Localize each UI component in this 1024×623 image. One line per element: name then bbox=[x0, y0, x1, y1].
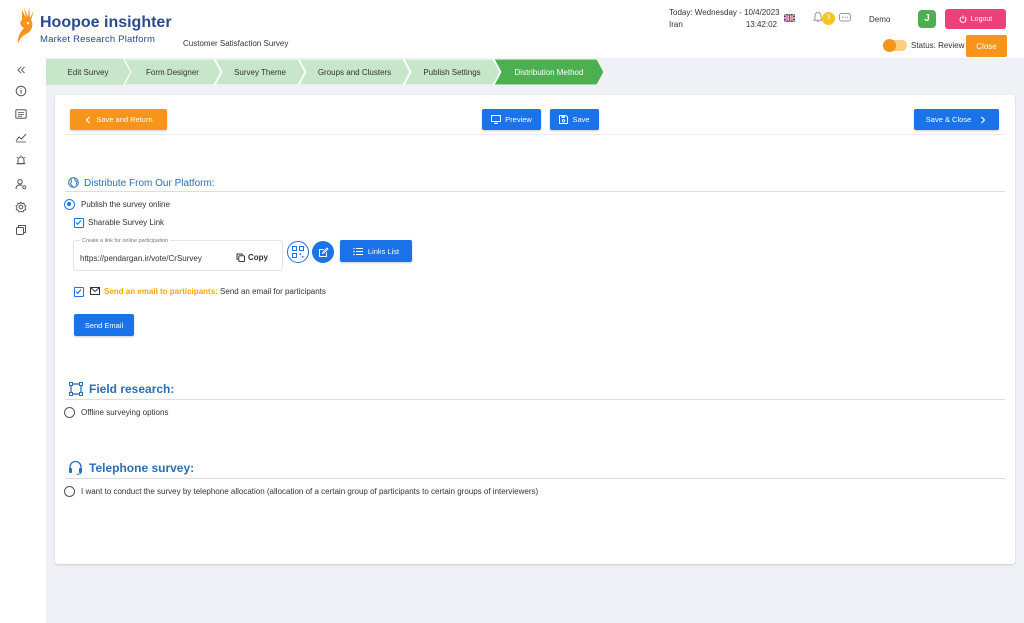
send-email-label: Send Email bbox=[84, 320, 124, 330]
step-label: Edit Survey bbox=[67, 67, 109, 77]
info-icon[interactable] bbox=[15, 85, 27, 97]
telephone-allocation-label: I want to conduct the survey by telephon… bbox=[81, 487, 539, 496]
platform-divider bbox=[65, 191, 1005, 192]
headset-icon bbox=[69, 460, 82, 475]
collapse-sidebar-icon[interactable] bbox=[15, 64, 27, 76]
offline-survey-radio[interactable] bbox=[64, 407, 75, 418]
status-label: Status: Review bbox=[911, 41, 965, 50]
preview-button[interactable]: Preview bbox=[482, 109, 541, 130]
list-icon[interactable] bbox=[15, 108, 27, 120]
telephone-allocation-radio[interactable] bbox=[64, 486, 75, 497]
copy-label: Copy bbox=[248, 253, 268, 262]
edit-link-button[interactable] bbox=[312, 241, 334, 263]
logout-label: Logout bbox=[970, 15, 993, 23]
logout-button[interactable]: Logout bbox=[945, 9, 1006, 29]
save-label: Save bbox=[572, 115, 590, 124]
check-icon bbox=[75, 289, 82, 295]
email-participants-checkbox[interactable] bbox=[74, 287, 84, 297]
send-email-button[interactable]: Send Email bbox=[74, 314, 134, 336]
save-button[interactable]: Save bbox=[550, 109, 599, 130]
links-list-label: Links List bbox=[367, 246, 400, 256]
step-label: Survey Theme bbox=[234, 67, 286, 77]
links-list-button[interactable]: Links List bbox=[340, 240, 412, 262]
location: Iran bbox=[669, 20, 683, 29]
uk-flag-icon[interactable] bbox=[784, 14, 795, 22]
step-label: Groups and Clusters bbox=[317, 67, 392, 77]
telephone-survey-title: Telephone survey: bbox=[89, 461, 195, 475]
status-toggle[interactable] bbox=[883, 39, 907, 52]
step-label: Form Designer bbox=[146, 67, 199, 77]
telephone-divider bbox=[65, 478, 1005, 479]
current-time: 13:42:02 bbox=[745, 20, 777, 29]
gear-icon[interactable] bbox=[15, 201, 27, 213]
field-divider bbox=[65, 399, 1005, 400]
field-research-title: Field research: bbox=[89, 382, 175, 396]
step-form-designer[interactable]: Form Designer bbox=[124, 59, 221, 85]
check-icon bbox=[75, 220, 82, 226]
save-and-return-label: Save and Return bbox=[96, 115, 153, 124]
step-label: Distribution Method bbox=[514, 67, 584, 77]
step-publish-settings[interactable]: Publish Settings bbox=[404, 59, 500, 85]
chevron-left-icon bbox=[85, 116, 91, 123]
floppy-disk-icon bbox=[559, 115, 569, 124]
publish-online-label: Publish the survey online bbox=[81, 200, 170, 209]
sharable-link-label: Sharable Survey Link bbox=[88, 218, 165, 227]
location-time: Iran 13:42:02 bbox=[669, 20, 777, 29]
alarm-icon[interactable] bbox=[15, 154, 27, 166]
email-highlight: Send an email to participants: bbox=[104, 287, 218, 296]
qr-code-icon bbox=[292, 246, 304, 258]
copy-icon bbox=[236, 253, 245, 262]
step-distribution-method[interactable]: Distribution Method bbox=[494, 59, 604, 85]
database-icon[interactable] bbox=[15, 224, 27, 236]
toggle-knob bbox=[883, 39, 896, 52]
frame-icon bbox=[69, 382, 83, 396]
power-icon bbox=[959, 15, 967, 23]
avatar[interactable]: J bbox=[918, 10, 936, 28]
survey-link-caption: Create a link for online participation bbox=[80, 238, 171, 244]
globe-icon bbox=[68, 177, 79, 188]
monitor-icon bbox=[491, 115, 502, 124]
list-icon bbox=[353, 247, 363, 255]
top-header: Hoopoe insighter Market Research Platfor… bbox=[0, 0, 1024, 58]
step-edit-survey[interactable]: Edit Survey bbox=[46, 59, 130, 85]
chevron-right-icon bbox=[981, 116, 986, 123]
notification-badge: 3 bbox=[822, 12, 835, 25]
brand-subtitle: Market Research Platform bbox=[40, 34, 156, 45]
step-survey-theme[interactable]: Survey Theme bbox=[215, 59, 305, 85]
step-label: Publish Settings bbox=[423, 67, 481, 77]
current-date: Today: Wednesday - 10/4/2023 bbox=[669, 8, 780, 17]
chat-icon[interactable] bbox=[839, 13, 851, 23]
save-and-close-button[interactable]: Save & Close bbox=[914, 109, 999, 130]
copy-link-button[interactable]: Copy bbox=[236, 253, 268, 262]
user-name[interactable]: Demo bbox=[869, 15, 890, 24]
envelope-icon bbox=[90, 287, 100, 295]
wizard-steps: Edit Survey Form Designer Survey Theme G… bbox=[46, 59, 606, 85]
sidebar bbox=[0, 58, 46, 623]
publish-online-radio[interactable] bbox=[64, 199, 75, 210]
hoopoe-logo-icon bbox=[17, 7, 34, 44]
sharable-link-checkbox[interactable] bbox=[74, 218, 84, 228]
close-button[interactable]: Close bbox=[966, 35, 1007, 57]
survey-name: Customer Satisfaction Survey bbox=[183, 39, 289, 48]
toolbar-divider bbox=[65, 134, 1005, 135]
save-and-close-label: Save & Close bbox=[925, 115, 972, 124]
preview-label: Preview bbox=[505, 115, 532, 124]
survey-link-value: https://pendargan.ir/vote/CrSurvey bbox=[80, 254, 202, 263]
edit-icon bbox=[318, 246, 329, 257]
offline-survey-label: Offline surveying options bbox=[81, 408, 169, 417]
step-groups-clusters[interactable]: Groups and Clusters bbox=[299, 59, 410, 85]
user-settings-icon[interactable] bbox=[15, 178, 27, 190]
email-participants-row: Send an email to participants: Send an e… bbox=[104, 287, 326, 296]
platform-section-title: Distribute From Our Platform: bbox=[84, 178, 215, 189]
analytics-icon[interactable] bbox=[15, 131, 27, 143]
brand-name: Hoopoe insighter bbox=[40, 14, 172, 31]
save-and-return-button[interactable]: Save and Return bbox=[70, 109, 167, 130]
email-description: Send an email for participants bbox=[220, 287, 326, 296]
qr-code-button[interactable] bbox=[287, 241, 309, 263]
